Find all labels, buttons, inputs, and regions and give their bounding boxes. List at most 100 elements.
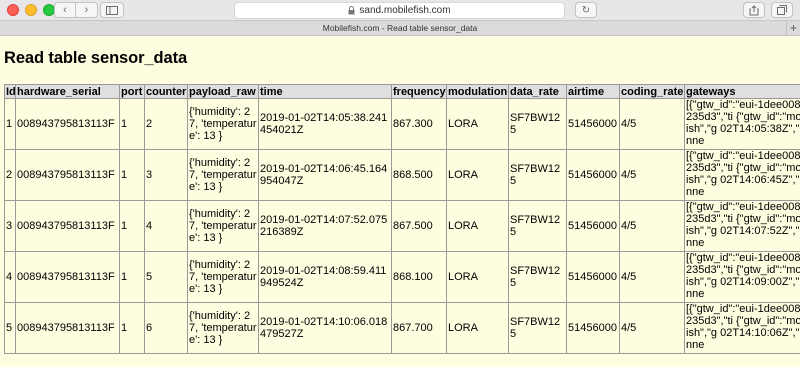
reload-icon: ↻	[581, 4, 591, 16]
share-icon	[749, 4, 759, 15]
column-header-modulation: modulation	[447, 84, 509, 99]
cell-gateways: [{"gtw_id":"eui-1dee008f7b8235d3","ti {"…	[685, 201, 800, 252]
cell-payload-raw: {'humidity': 27, 'temperature': 13 }	[188, 201, 259, 252]
table-row: 2 008943795813113F 1 3 {'humidity': 27, 'tem…	[4, 150, 800, 201]
chevron-left-icon: ‹	[63, 4, 67, 16]
plus-icon: +	[789, 21, 797, 35]
cell-coding-rate: 4/5	[620, 303, 685, 354]
cell-time: 2019-01-02T14:07:52.075216389Z	[259, 201, 392, 252]
column-header-counter: counter	[145, 84, 188, 99]
browser-toolbar: ‹ › sand.mobilefish.com ↻	[0, 0, 800, 21]
cell-gateways: [{"gtw_id":"eui-1dee008f7b8235d3","ti {"…	[685, 303, 800, 354]
cell-port: 1	[120, 99, 145, 150]
cell-airtime: 51456000	[567, 99, 620, 150]
cell-hardware-serial: 008943795813113F	[16, 99, 120, 150]
cell-port: 1	[120, 150, 145, 201]
minimize-window-button[interactable]	[25, 4, 37, 16]
table-header-row: Id hardware_serial port counter payload_raw t…	[4, 84, 800, 99]
column-header-port: port	[120, 84, 145, 99]
column-header-hardware-serial: hardware_serial	[16, 84, 120, 99]
cell-airtime: 51456000	[567, 201, 620, 252]
cell-data-rate: SF7BW125	[509, 150, 567, 201]
sidebar-icon	[106, 5, 118, 15]
reload-button[interactable]: ↻	[575, 2, 597, 18]
cell-frequency: 867.500	[392, 201, 447, 252]
sidebar-toggle-button[interactable]	[100, 2, 124, 18]
page-title: Read table sensor_data	[4, 49, 188, 67]
table-row: 3 008943795813113F 1 4 {'humidity': 27, 'tem…	[4, 201, 800, 252]
cell-gateways: [{"gtw_id":"eui-1dee008f7b8235d3","ti {"…	[685, 252, 800, 303]
cell-payload-raw: {'humidity': 27, 'temperature': 13 }	[188, 252, 259, 303]
cell-hardware-serial: 008943795813113F	[16, 303, 120, 354]
cell-counter: 5	[145, 252, 188, 303]
table-body: 1 008943795813113F 1 2 {'humidity': 27, 'tem…	[4, 99, 800, 354]
cell-modulation: LORA	[447, 99, 509, 150]
cell-frequency: 868.500	[392, 150, 447, 201]
cell-hardware-serial: 008943795813113F	[16, 252, 120, 303]
cell-port: 1	[120, 252, 145, 303]
cell-modulation: LORA	[447, 303, 509, 354]
cell-counter: 4	[145, 201, 188, 252]
cell-port: 1	[120, 303, 145, 354]
column-header-frequency: frequency	[392, 84, 447, 99]
cell-id: 4	[4, 252, 16, 303]
cell-data-rate: SF7BW125	[509, 99, 567, 150]
cell-coding-rate: 4/5	[620, 252, 685, 303]
cell-hardware-serial: 008943795813113F	[16, 201, 120, 252]
cell-time: 2019-01-02T14:08:59.411949524Z	[259, 252, 392, 303]
cell-modulation: LORA	[447, 252, 509, 303]
lock-icon	[348, 6, 355, 15]
history-nav: ‹ ›	[54, 2, 98, 18]
tabs-overview-button[interactable]	[771, 2, 793, 18]
cell-data-rate: SF7BW125	[509, 201, 567, 252]
tab-bar: Mobilefish.com - Read table sensor_data …	[0, 21, 800, 36]
table-row: 5 008943795813113F 1 6 {'humidity': 27, 'tem…	[4, 303, 800, 354]
column-header-coding-rate: coding_rate	[620, 84, 685, 99]
column-header-payload-raw: payload_raw	[188, 84, 259, 99]
cell-id: 5	[4, 303, 16, 354]
cell-data-rate: SF7BW125	[509, 303, 567, 354]
cell-time: 2019-01-02T14:05:38.241454021Z	[259, 99, 392, 150]
column-header-gateways: gateways	[685, 84, 800, 99]
cell-data-rate: SF7BW125	[509, 252, 567, 303]
cell-airtime: 51456000	[567, 252, 620, 303]
sensor-data-table: Id hardware_serial port counter payload_raw t…	[4, 84, 800, 354]
cell-time: 2019-01-02T14:06:45.164954047Z	[259, 150, 392, 201]
back-button[interactable]: ‹	[54, 2, 76, 18]
cell-payload-raw: {'humidity': 27, 'temperature': 13 }	[188, 303, 259, 354]
cell-time: 2019-01-02T14:10:06.018479527Z	[259, 303, 392, 354]
cell-id: 1	[4, 99, 16, 150]
chevron-right-icon: ›	[84, 4, 89, 16]
cell-coding-rate: 4/5	[620, 150, 685, 201]
cell-frequency: 867.300	[392, 99, 447, 150]
cell-id: 3	[4, 201, 16, 252]
cell-hardware-serial: 008943795813113F	[16, 150, 120, 201]
cell-counter: 2	[145, 99, 188, 150]
cell-payload-raw: {'humidity': 27, 'temperature': 13 }	[188, 150, 259, 201]
close-window-button[interactable]	[7, 4, 19, 16]
cell-frequency: 867.700	[392, 303, 447, 354]
address-text: sand.mobilefish.com	[359, 5, 451, 16]
active-tab-title[interactable]: Mobilefish.com - Read table sensor_data	[323, 23, 478, 33]
cell-airtime: 51456000	[567, 303, 620, 354]
new-tab-button[interactable]: +	[786, 21, 800, 36]
table-row: 1 008943795813113F 1 2 {'humidity': 27, 'tem…	[4, 99, 800, 150]
cell-counter: 3	[145, 150, 188, 201]
cell-gateways: [{"gtw_id":"eui-1dee008f7b8235d3","ti {"…	[685, 150, 800, 201]
column-header-id: Id	[4, 84, 16, 99]
cell-coding-rate: 4/5	[620, 201, 685, 252]
address-bar[interactable]: sand.mobilefish.com	[234, 2, 565, 19]
cell-coding-rate: 4/5	[620, 99, 685, 150]
cell-port: 1	[120, 201, 145, 252]
page-content: Read table sensor_data Id hardware_serial…	[0, 36, 800, 354]
window-controls	[7, 4, 55, 16]
column-header-data-rate: data_rate	[509, 84, 567, 99]
share-button[interactable]	[743, 2, 765, 18]
cell-payload-raw: {'humidity': 27, 'temperature': 13 }	[188, 99, 259, 150]
cell-id: 2	[4, 150, 16, 201]
column-header-time: time	[259, 84, 392, 99]
column-header-airtime: airtime	[567, 84, 620, 99]
forward-button[interactable]: ›	[76, 2, 98, 18]
cell-modulation: LORA	[447, 150, 509, 201]
cell-gateways: [{"gtw_id":"eui-1dee008f7b8235d3","ti {"…	[685, 99, 800, 150]
